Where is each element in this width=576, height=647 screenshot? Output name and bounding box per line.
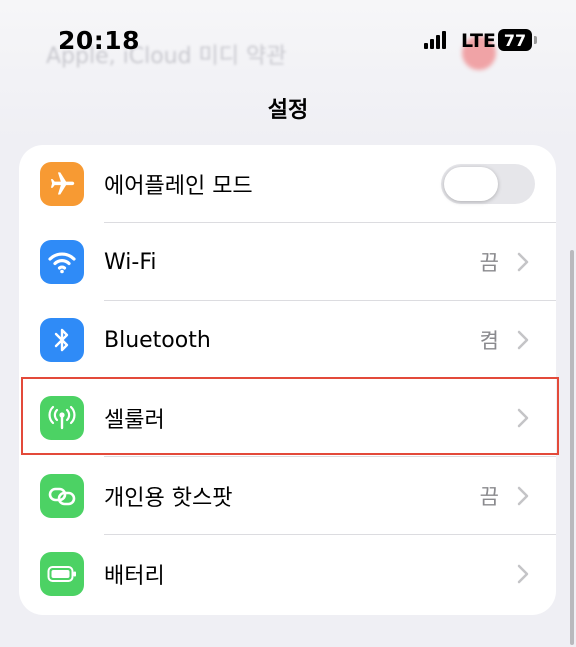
page-title: 설정: [267, 98, 309, 123]
status-time: 20:18: [58, 26, 141, 55]
settings-row-label: Bluetooth: [104, 327, 211, 353]
toggle-knob: [444, 167, 498, 201]
signal-strength-icon: [424, 31, 446, 49]
airplane-icon: [40, 162, 84, 206]
bluetooth-icon: [40, 318, 84, 362]
settings-row-label: 배터리: [104, 564, 165, 589]
settings-row-label: Wi-Fi: [104, 249, 157, 275]
settings-row-battery[interactable]: 배터리: [19, 535, 556, 613]
settings-row-value: 켬: [479, 329, 499, 353]
battery-level: 77: [498, 29, 532, 51]
settings-row-personal-hotspot[interactable]: 개인용 핫스팟 끔: [19, 457, 556, 535]
network-type: LTE: [461, 30, 496, 52]
settings-row-label: 개인용 핫스팟: [104, 486, 233, 511]
hotspot-link-icon: [40, 474, 84, 518]
settings-row-bluetooth[interactable]: Bluetooth 켬: [19, 301, 556, 379]
settings-row-label: 에어플레인 모드: [104, 174, 253, 199]
chevron-right-icon: [517, 252, 529, 272]
chevron-right-icon: [517, 330, 529, 350]
battery-tip: [534, 36, 537, 44]
scrollbar[interactable]: [570, 250, 574, 645]
settings-row-airplane-mode[interactable]: 에어플레인 모드: [19, 145, 556, 223]
airplane-mode-toggle[interactable]: [441, 164, 535, 204]
chevron-right-icon: [517, 486, 529, 506]
chevron-right-icon: [517, 564, 529, 584]
cellular-highlight-box: [21, 377, 559, 455]
wifi-icon: [40, 240, 84, 284]
settings-row-wifi[interactable]: Wi-Fi 끔: [19, 223, 556, 301]
battery-icon: [40, 552, 84, 596]
settings-row-value: 끔: [479, 251, 499, 275]
status-bar: 20:18 LTE 77: [0, 0, 576, 80]
settings-row-value: 끔: [479, 485, 499, 509]
